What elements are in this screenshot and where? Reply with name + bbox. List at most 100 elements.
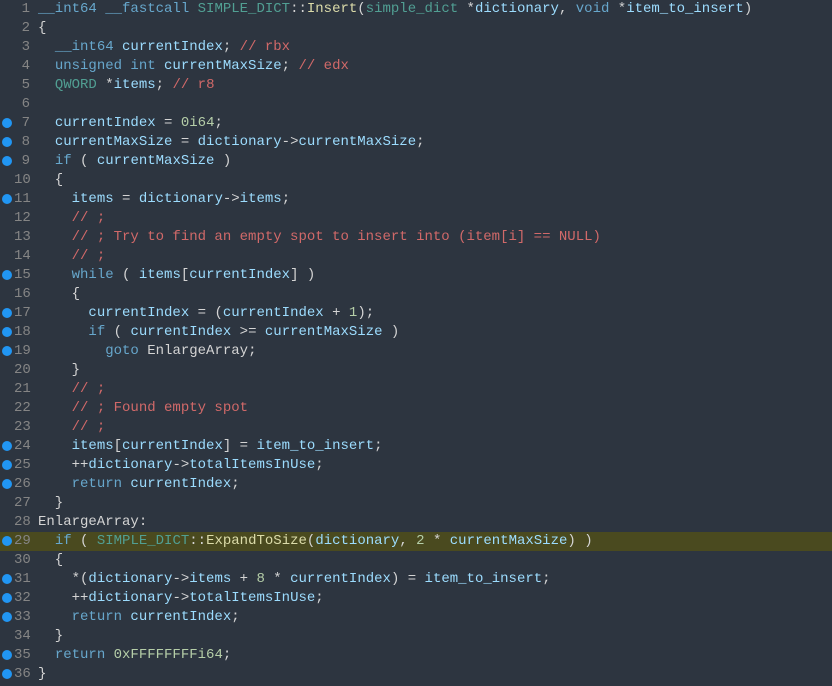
- breakpoint-gutter[interactable]: [0, 114, 14, 133]
- line-source[interactable]: goto EnlargeArray;: [38, 342, 832, 361]
- code-line[interactable]: 29 if ( SIMPLE_DICT::ExpandToSize(dictio…: [0, 532, 832, 551]
- breakpoint-gutter[interactable]: [0, 323, 14, 342]
- line-source[interactable]: QWORD *items; // r8: [38, 76, 832, 95]
- line-source[interactable]: currentIndex = 0i64;: [38, 114, 832, 133]
- line-source[interactable]: {: [38, 551, 832, 570]
- line-source[interactable]: while ( items[currentIndex] ): [38, 266, 832, 285]
- breakpoint-gutter[interactable]: [0, 418, 14, 437]
- breakpoint-gutter[interactable]: [0, 190, 14, 209]
- breakpoint-gutter[interactable]: [0, 266, 14, 285]
- breakpoint-gutter[interactable]: [0, 0, 14, 19]
- line-source[interactable]: // ; Found empty spot: [38, 399, 832, 418]
- line-source[interactable]: [38, 95, 832, 114]
- line-source[interactable]: return currentIndex;: [38, 608, 832, 627]
- code-line[interactable]: 19 goto EnlargeArray;: [0, 342, 832, 361]
- breakpoint-dot-icon[interactable]: [2, 118, 12, 128]
- line-source[interactable]: }: [38, 494, 832, 513]
- line-source[interactable]: currentMaxSize = dictionary->currentMaxS…: [38, 133, 832, 152]
- code-line[interactable]: 14 // ;: [0, 247, 832, 266]
- code-line[interactable]: 27 }: [0, 494, 832, 513]
- line-source[interactable]: __int64 currentIndex; // rbx: [38, 38, 832, 57]
- line-source[interactable]: }: [38, 361, 832, 380]
- breakpoint-gutter[interactable]: [0, 152, 14, 171]
- breakpoint-gutter[interactable]: [0, 513, 14, 532]
- line-source[interactable]: // ;: [38, 209, 832, 228]
- breakpoint-dot-icon[interactable]: [2, 327, 12, 337]
- code-area[interactable]: 1__int64 __fastcall SIMPLE_DICT::Insert(…: [0, 0, 832, 684]
- breakpoint-gutter[interactable]: [0, 76, 14, 95]
- line-source[interactable]: }: [38, 627, 832, 646]
- breakpoint-dot-icon[interactable]: [2, 574, 12, 584]
- code-line[interactable]: 2{: [0, 19, 832, 38]
- breakpoint-gutter[interactable]: [0, 380, 14, 399]
- code-line[interactable]: 30 {: [0, 551, 832, 570]
- code-line[interactable]: 20 }: [0, 361, 832, 380]
- code-line[interactable]: 17 currentIndex = (currentIndex + 1);: [0, 304, 832, 323]
- breakpoint-gutter[interactable]: [0, 399, 14, 418]
- line-source[interactable]: // ;: [38, 380, 832, 399]
- breakpoint-gutter[interactable]: [0, 589, 14, 608]
- line-source[interactable]: return 0xFFFFFFFFi64;: [38, 646, 832, 665]
- line-source[interactable]: }: [38, 665, 832, 684]
- code-line[interactable]: 9 if ( currentMaxSize ): [0, 152, 832, 171]
- breakpoint-gutter[interactable]: [0, 437, 14, 456]
- code-line[interactable]: 8 currentMaxSize = dictionary->currentMa…: [0, 133, 832, 152]
- breakpoint-gutter[interactable]: [0, 570, 14, 589]
- code-line[interactable]: 12 // ;: [0, 209, 832, 228]
- line-source[interactable]: ++dictionary->totalItemsInUse;: [38, 456, 832, 475]
- code-line[interactable]: 28EnlargeArray:: [0, 513, 832, 532]
- breakpoint-gutter[interactable]: [0, 494, 14, 513]
- line-source[interactable]: // ;: [38, 247, 832, 266]
- code-line[interactable]: 4 unsigned int currentMaxSize; // edx: [0, 57, 832, 76]
- breakpoint-dot-icon[interactable]: [2, 460, 12, 470]
- breakpoint-dot-icon[interactable]: [2, 612, 12, 622]
- code-line[interactable]: 1__int64 __fastcall SIMPLE_DICT::Insert(…: [0, 0, 832, 19]
- breakpoint-dot-icon[interactable]: [2, 593, 12, 603]
- breakpoint-dot-icon[interactable]: [2, 669, 12, 679]
- code-line[interactable]: 23 // ;: [0, 418, 832, 437]
- breakpoint-dot-icon[interactable]: [2, 479, 12, 489]
- breakpoint-gutter[interactable]: [0, 304, 14, 323]
- line-source[interactable]: return currentIndex;: [38, 475, 832, 494]
- code-line[interactable]: 31 *(dictionary->items + 8 * currentInde…: [0, 570, 832, 589]
- breakpoint-dot-icon[interactable]: [2, 137, 12, 147]
- code-line[interactable]: 10 {: [0, 171, 832, 190]
- code-line[interactable]: 15 while ( items[currentIndex] ): [0, 266, 832, 285]
- breakpoint-gutter[interactable]: [0, 475, 14, 494]
- breakpoint-gutter[interactable]: [0, 342, 14, 361]
- line-source[interactable]: if ( currentIndex >= currentMaxSize ): [38, 323, 832, 342]
- breakpoint-gutter[interactable]: [0, 38, 14, 57]
- line-source[interactable]: {: [38, 171, 832, 190]
- code-line[interactable]: 18 if ( currentIndex >= currentMaxSize ): [0, 323, 832, 342]
- breakpoint-dot-icon[interactable]: [2, 441, 12, 451]
- line-source[interactable]: __int64 __fastcall SIMPLE_DICT::Insert(s…: [38, 0, 832, 19]
- breakpoint-gutter[interactable]: [0, 627, 14, 646]
- breakpoint-gutter[interactable]: [0, 551, 14, 570]
- line-source[interactable]: // ;: [38, 418, 832, 437]
- code-line[interactable]: 25 ++dictionary->totalItemsInUse;: [0, 456, 832, 475]
- breakpoint-gutter[interactable]: [0, 228, 14, 247]
- line-source[interactable]: {: [38, 285, 832, 304]
- breakpoint-gutter[interactable]: [0, 171, 14, 190]
- breakpoint-gutter[interactable]: [0, 19, 14, 38]
- line-source[interactable]: unsigned int currentMaxSize; // edx: [38, 57, 832, 76]
- breakpoint-gutter[interactable]: [0, 209, 14, 228]
- breakpoint-gutter[interactable]: [0, 57, 14, 76]
- line-source[interactable]: items[currentIndex] = item_to_insert;: [38, 437, 832, 456]
- breakpoint-gutter[interactable]: [0, 95, 14, 114]
- code-line[interactable]: 34 }: [0, 627, 832, 646]
- code-line[interactable]: 26 return currentIndex;: [0, 475, 832, 494]
- breakpoint-gutter[interactable]: [0, 646, 14, 665]
- code-editor[interactable]: 1__int64 __fastcall SIMPLE_DICT::Insert(…: [0, 0, 832, 684]
- code-line[interactable]: 5 QWORD *items; // r8: [0, 76, 832, 95]
- line-source[interactable]: if ( SIMPLE_DICT::ExpandToSize(dictionar…: [38, 532, 832, 551]
- breakpoint-gutter[interactable]: [0, 285, 14, 304]
- breakpoint-gutter[interactable]: [0, 665, 14, 684]
- code-line[interactable]: 24 items[currentIndex] = item_to_insert;: [0, 437, 832, 456]
- code-line[interactable]: 35 return 0xFFFFFFFFi64;: [0, 646, 832, 665]
- breakpoint-gutter[interactable]: [0, 133, 14, 152]
- code-line[interactable]: 11 items = dictionary->items;: [0, 190, 832, 209]
- breakpoint-dot-icon[interactable]: [2, 270, 12, 280]
- code-line[interactable]: 6: [0, 95, 832, 114]
- breakpoint-dot-icon[interactable]: [2, 650, 12, 660]
